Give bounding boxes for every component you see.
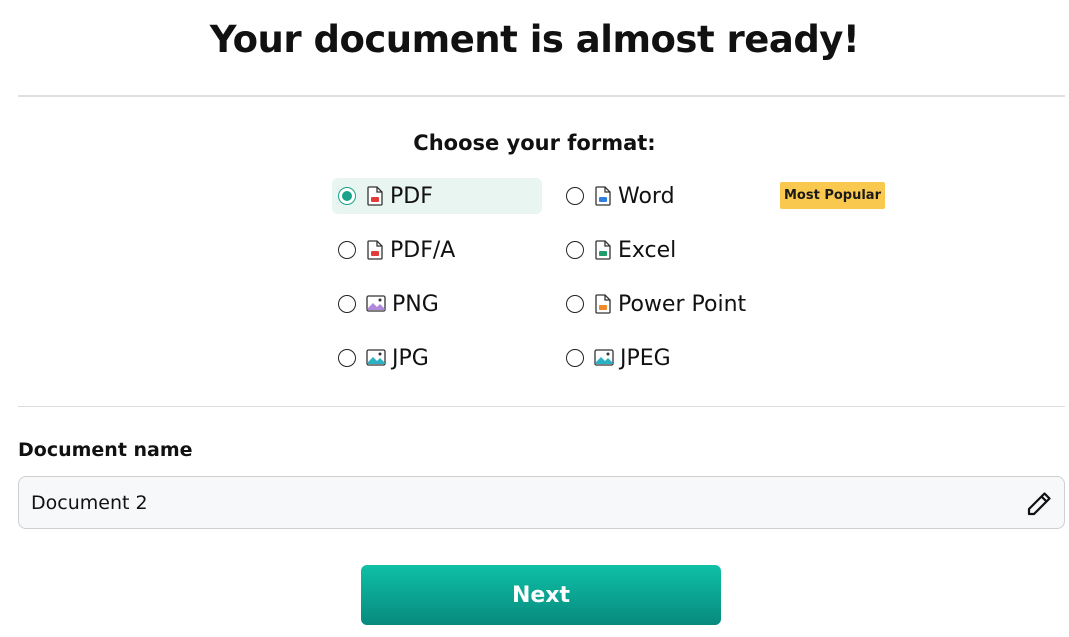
format-radio-jpeg[interactable] [566, 349, 584, 367]
most-popular-badge: Most Popular [780, 182, 885, 209]
format-option-pdfa[interactable]: PDF/A [332, 232, 542, 268]
format-radio-word[interactable] [566, 187, 584, 205]
format-label-jpeg: JPEG [620, 345, 671, 371]
format-radio-png[interactable] [338, 295, 356, 313]
format-option-pdf[interactable]: PDF [332, 178, 542, 214]
section-divider [18, 406, 1065, 407]
format-option-word[interactable]: Word [560, 178, 760, 214]
format-radio-excel[interactable] [566, 241, 584, 259]
document-name-field-wrapper [18, 476, 1065, 529]
document-name-input[interactable] [19, 477, 1009, 528]
format-label-pdfa: PDF/A [390, 237, 456, 263]
format-option-powerpoint[interactable]: Power Point [560, 286, 770, 322]
pdf-file-icon [367, 186, 383, 206]
format-label-pdf: PDF [390, 183, 433, 209]
format-radio-pdf[interactable] [338, 187, 356, 205]
format-radio-jpg[interactable] [338, 349, 356, 367]
jpeg-image-icon [594, 349, 614, 366]
format-label-powerpoint: Power Point [618, 291, 747, 317]
document-name-label: Document name [18, 439, 193, 461]
pdfa-file-icon [367, 240, 383, 260]
format-label-word: Word [618, 183, 675, 209]
page-title: Your document is almost ready! [209, 18, 860, 61]
convert-dialog: Your document is almost ready! Choose yo… [0, 0, 1069, 637]
format-heading: Choose your format: [413, 131, 656, 155]
format-label-jpg: JPG [392, 345, 429, 371]
word-file-icon [595, 186, 611, 206]
format-label-png: PNG [392, 291, 439, 317]
next-button[interactable]: Next [361, 565, 721, 625]
format-radio-powerpoint[interactable] [566, 295, 584, 313]
format-option-jpeg[interactable]: JPEG [560, 340, 760, 376]
format-option-excel[interactable]: Excel [560, 232, 760, 268]
header-divider [18, 95, 1065, 97]
format-radio-pdfa[interactable] [338, 241, 356, 259]
format-option-png[interactable]: PNG [332, 286, 542, 322]
format-label-excel: Excel [618, 237, 677, 263]
format-option-jpg[interactable]: JPG [332, 340, 542, 376]
pencil-icon[interactable] [1024, 489, 1054, 519]
png-image-icon [366, 295, 386, 312]
powerpoint-file-icon [595, 294, 611, 314]
jpg-image-icon [366, 349, 386, 366]
excel-file-icon [595, 240, 611, 260]
